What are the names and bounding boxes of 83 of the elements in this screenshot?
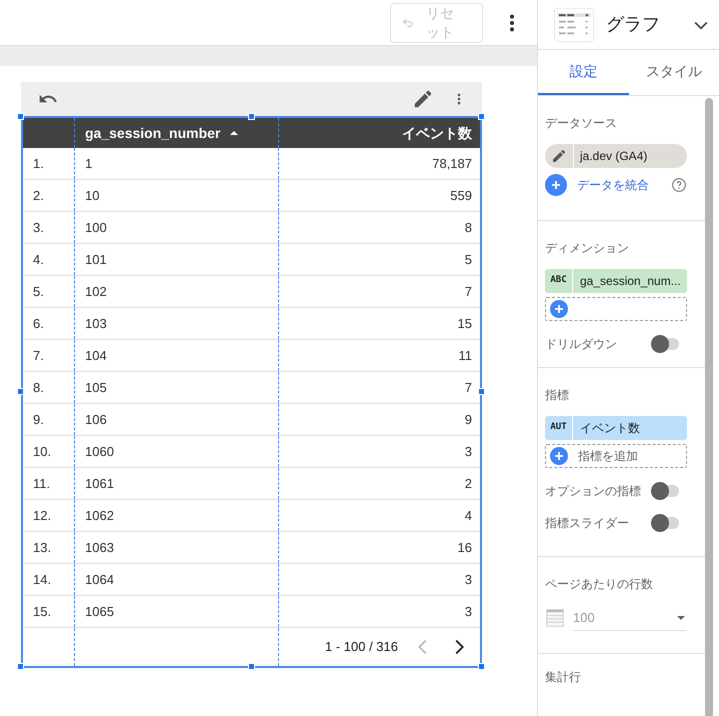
table-cell-text: 103 [85,314,107,333]
blend-data-link[interactable]: データを統合 [577,176,661,194]
table-cell-text: 7 [464,282,472,301]
row-number: 12. [33,508,52,523]
table-cell-text: 1063 [85,538,114,557]
row-number: 9. [33,412,44,427]
table-cell-text: 1060 [85,442,114,461]
row-number: 14. [33,572,52,587]
panel-tab[interactable]: 設定 [538,50,628,95]
toggle-switch[interactable] [653,338,679,350]
scrollbar[interactable] [705,98,713,716]
toggle-label: 指標スライダー [545,515,629,532]
help-icon[interactable] [671,177,687,193]
section-heading: ページあたりの行数 [545,576,654,593]
table-cell-text: 10 [85,186,100,205]
pagination-range: 1 - 100 / 316 [325,638,398,656]
edit-icon[interactable] [412,88,434,110]
chart-type-title: グラフ [606,13,661,36]
table-cell-text: 1064 [85,570,114,589]
table-cell-text: 100 [85,218,107,237]
rows-icon [545,608,565,628]
add-icon[interactable] [550,447,568,465]
table-cell-text: 7 [464,378,472,397]
table-cell-text: 3 [464,442,472,461]
row-number: 4. [33,252,44,267]
table-cell-text: 101 [85,250,107,269]
table-cell-text: 3 [464,570,472,589]
table-cell-text: 1061 [85,474,114,493]
table-cell-text: 105 [85,378,107,397]
metric-column-header[interactable]: イベント数 [402,122,472,144]
metric-chip[interactable]: AUT イベント数 [545,416,687,440]
add-icon[interactable] [550,300,568,318]
table-cell-text: 16 [458,538,472,557]
table-cell-text: 9 [464,410,472,429]
row-number: 15. [33,604,52,619]
table-cell-text: 1062 [85,506,114,525]
table-cell-text: 4 [464,506,472,525]
table-cell-text: 559 [450,186,472,205]
table-cell-text: 1 [85,154,92,173]
section-heading: ディメンション [545,240,630,257]
row-number: 13. [33,540,52,555]
table-cell-text: 11 [458,346,472,365]
row-number: 10. [33,444,52,459]
dimension-column-header[interactable]: ga_session_number [85,122,220,144]
section-heading: データソース [545,115,618,132]
resize-handle[interactable] [478,663,485,670]
toggle-label: ドリルダウン [545,336,617,353]
toggle-label: オプションの指標 [545,483,641,500]
section-heading: 指標 [545,387,570,404]
resize-handle[interactable] [478,113,485,120]
add-dimension-slot[interactable] [545,297,687,321]
resize-handle[interactable] [17,663,24,670]
add-icon[interactable] [545,174,567,196]
add-metric-slot[interactable]: 指標を追加 [545,444,687,468]
row-number: 11. [33,476,50,491]
table-cell-text: 106 [85,410,107,429]
row-number: 7. [33,348,44,363]
table-cell-text: 15 [458,314,472,333]
panel-tab[interactable]: スタイル [628,50,719,95]
row-number: 8. [33,380,44,395]
row-number: 5. [33,284,44,299]
edit-icon [551,148,567,164]
dimension-chip[interactable]: ABC ga_session_num... [545,269,687,293]
table-cell-text: 5 [464,250,472,269]
resize-handle[interactable] [17,388,24,395]
resize-handle[interactable] [248,663,254,670]
row-number: 6. [33,316,44,331]
table-cell-text: 8 [464,218,472,237]
table-cell-text: 2 [464,474,472,493]
section-heading: 集計行 [545,669,582,686]
table-cell-text: 104 [85,346,107,365]
data-source-chip[interactable]: ja.dev (GA4) [545,144,687,168]
table-cell-text: 3 [464,602,472,621]
table-cell-text: 78,187 [432,154,472,173]
toggle-switch[interactable] [653,517,679,529]
resize-handle[interactable] [17,113,24,120]
row-number: 1. [33,156,44,171]
toggle-switch[interactable] [653,485,679,497]
table-cell-text: 102 [85,282,107,301]
row-number: 2. [33,188,44,203]
resize-handle[interactable] [478,388,485,395]
table-cell-text: 1065 [85,602,114,621]
row-number: 3. [33,220,44,235]
